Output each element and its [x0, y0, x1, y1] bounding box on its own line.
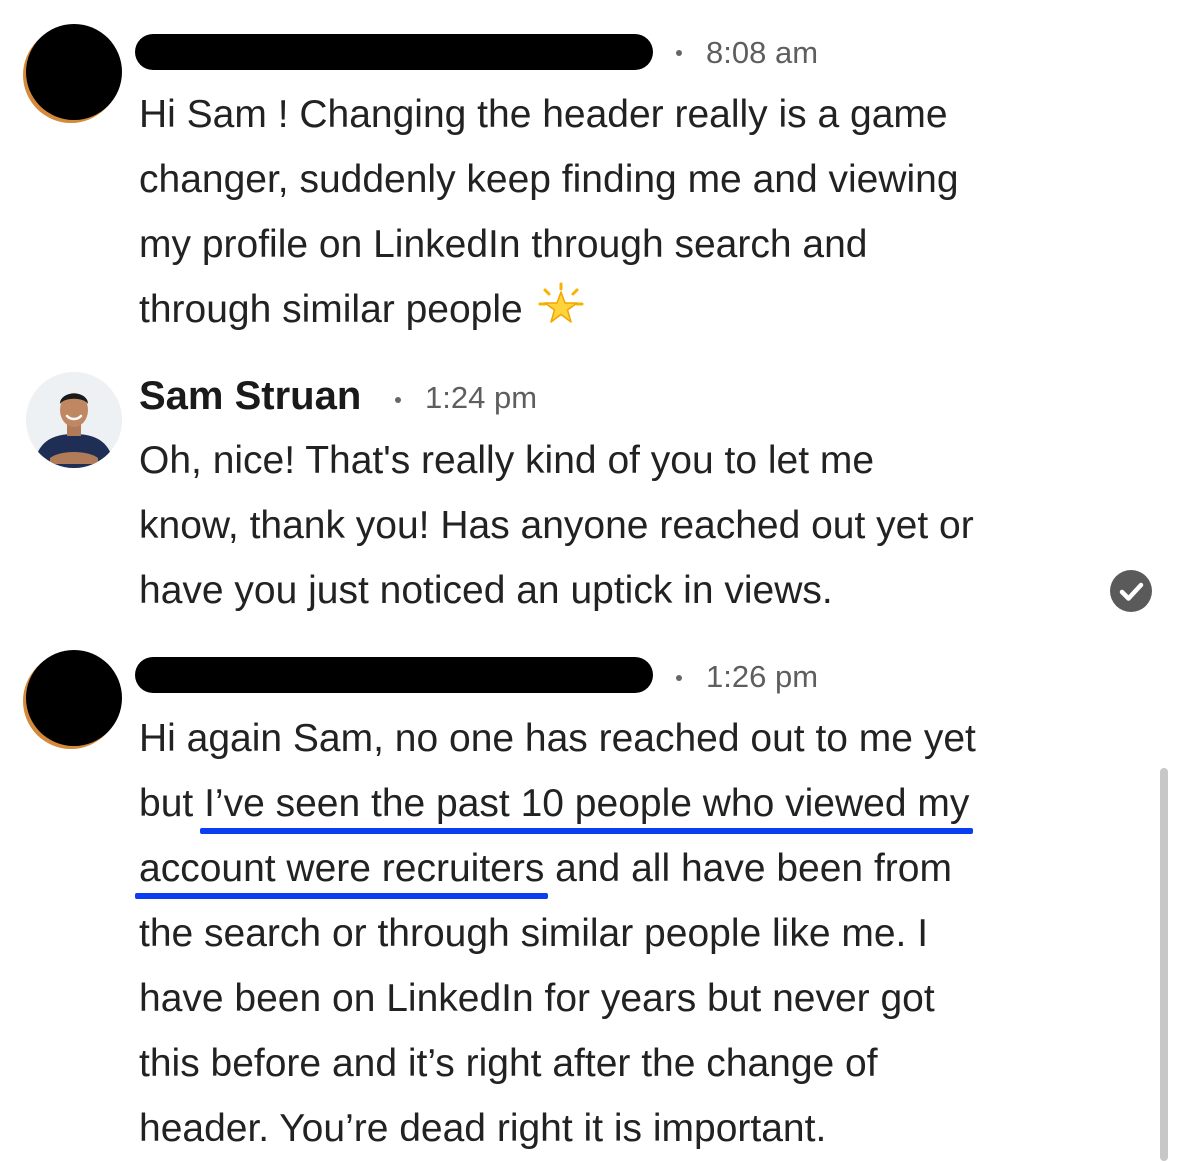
message-text: but: [139, 782, 205, 825]
message-timestamp: 1:26 pm: [706, 659, 819, 694]
glowing-star-icon: [538, 282, 584, 323]
sender-avatar-redacted[interactable]: [26, 650, 122, 746]
separator-dot: [676, 50, 682, 56]
message-body: Hi again Sam, no one has reached out to …: [134, 706, 1139, 1161]
separator-dot: [395, 397, 401, 403]
message-line: account were recruiters and all have bee…: [134, 836, 1139, 901]
sender-name-redacted: [135, 657, 653, 693]
message-line: know, thank you! Has anyone reached out …: [139, 504, 974, 547]
message-line: changer, suddenly keep finding me and vi…: [139, 158, 959, 201]
message-line: have been on LinkedIn for years but neve…: [139, 977, 935, 1020]
message-line: this before and it’s right after the cha…: [139, 1042, 878, 1085]
message-body: Oh, nice! That's really kind of you to l…: [139, 428, 1139, 623]
message-line: Hi Sam ! Changing the header really is a…: [139, 93, 948, 136]
scrollbar[interactable]: [1160, 768, 1168, 1161]
sender-avatar-photo[interactable]: [26, 372, 122, 468]
message-line: the search or through similar people lik…: [139, 912, 929, 955]
sender-name-redacted: [135, 34, 653, 70]
message-timestamp: 1:24 pm: [425, 380, 538, 415]
message-line: Oh, nice! That's really kind of you to l…: [139, 439, 875, 482]
message-line-with-emoji: through similar people: [139, 277, 1139, 342]
message-text: and all have been from: [544, 847, 952, 890]
message-line: header. You’re dead right it is importan…: [139, 1107, 827, 1150]
message-body: Hi Sam ! Changing the header really is a…: [139, 82, 1139, 342]
message-line: have you just noticed an uptick in views…: [139, 569, 833, 612]
highlighted-text: I’ve seen the past 10 people who viewed …: [200, 771, 974, 836]
message-line: but I’ve seen the past 10 people who vie…: [139, 771, 1139, 836]
sender-name[interactable]: Sam Struan: [139, 372, 361, 420]
read-checkmark-icon: [1110, 570, 1152, 612]
highlighted-text: account were recruiters: [134, 836, 549, 901]
separator-dot: [676, 675, 682, 681]
person-photo-icon: [26, 372, 122, 468]
message-timestamp: 8:08 am: [706, 35, 819, 70]
sender-avatar-redacted[interactable]: [26, 24, 122, 120]
message-line: through similar people: [139, 288, 523, 331]
message-line: my profile on LinkedIn through search an…: [139, 223, 868, 266]
message-line: Hi again Sam, no one has reached out to …: [139, 717, 976, 760]
